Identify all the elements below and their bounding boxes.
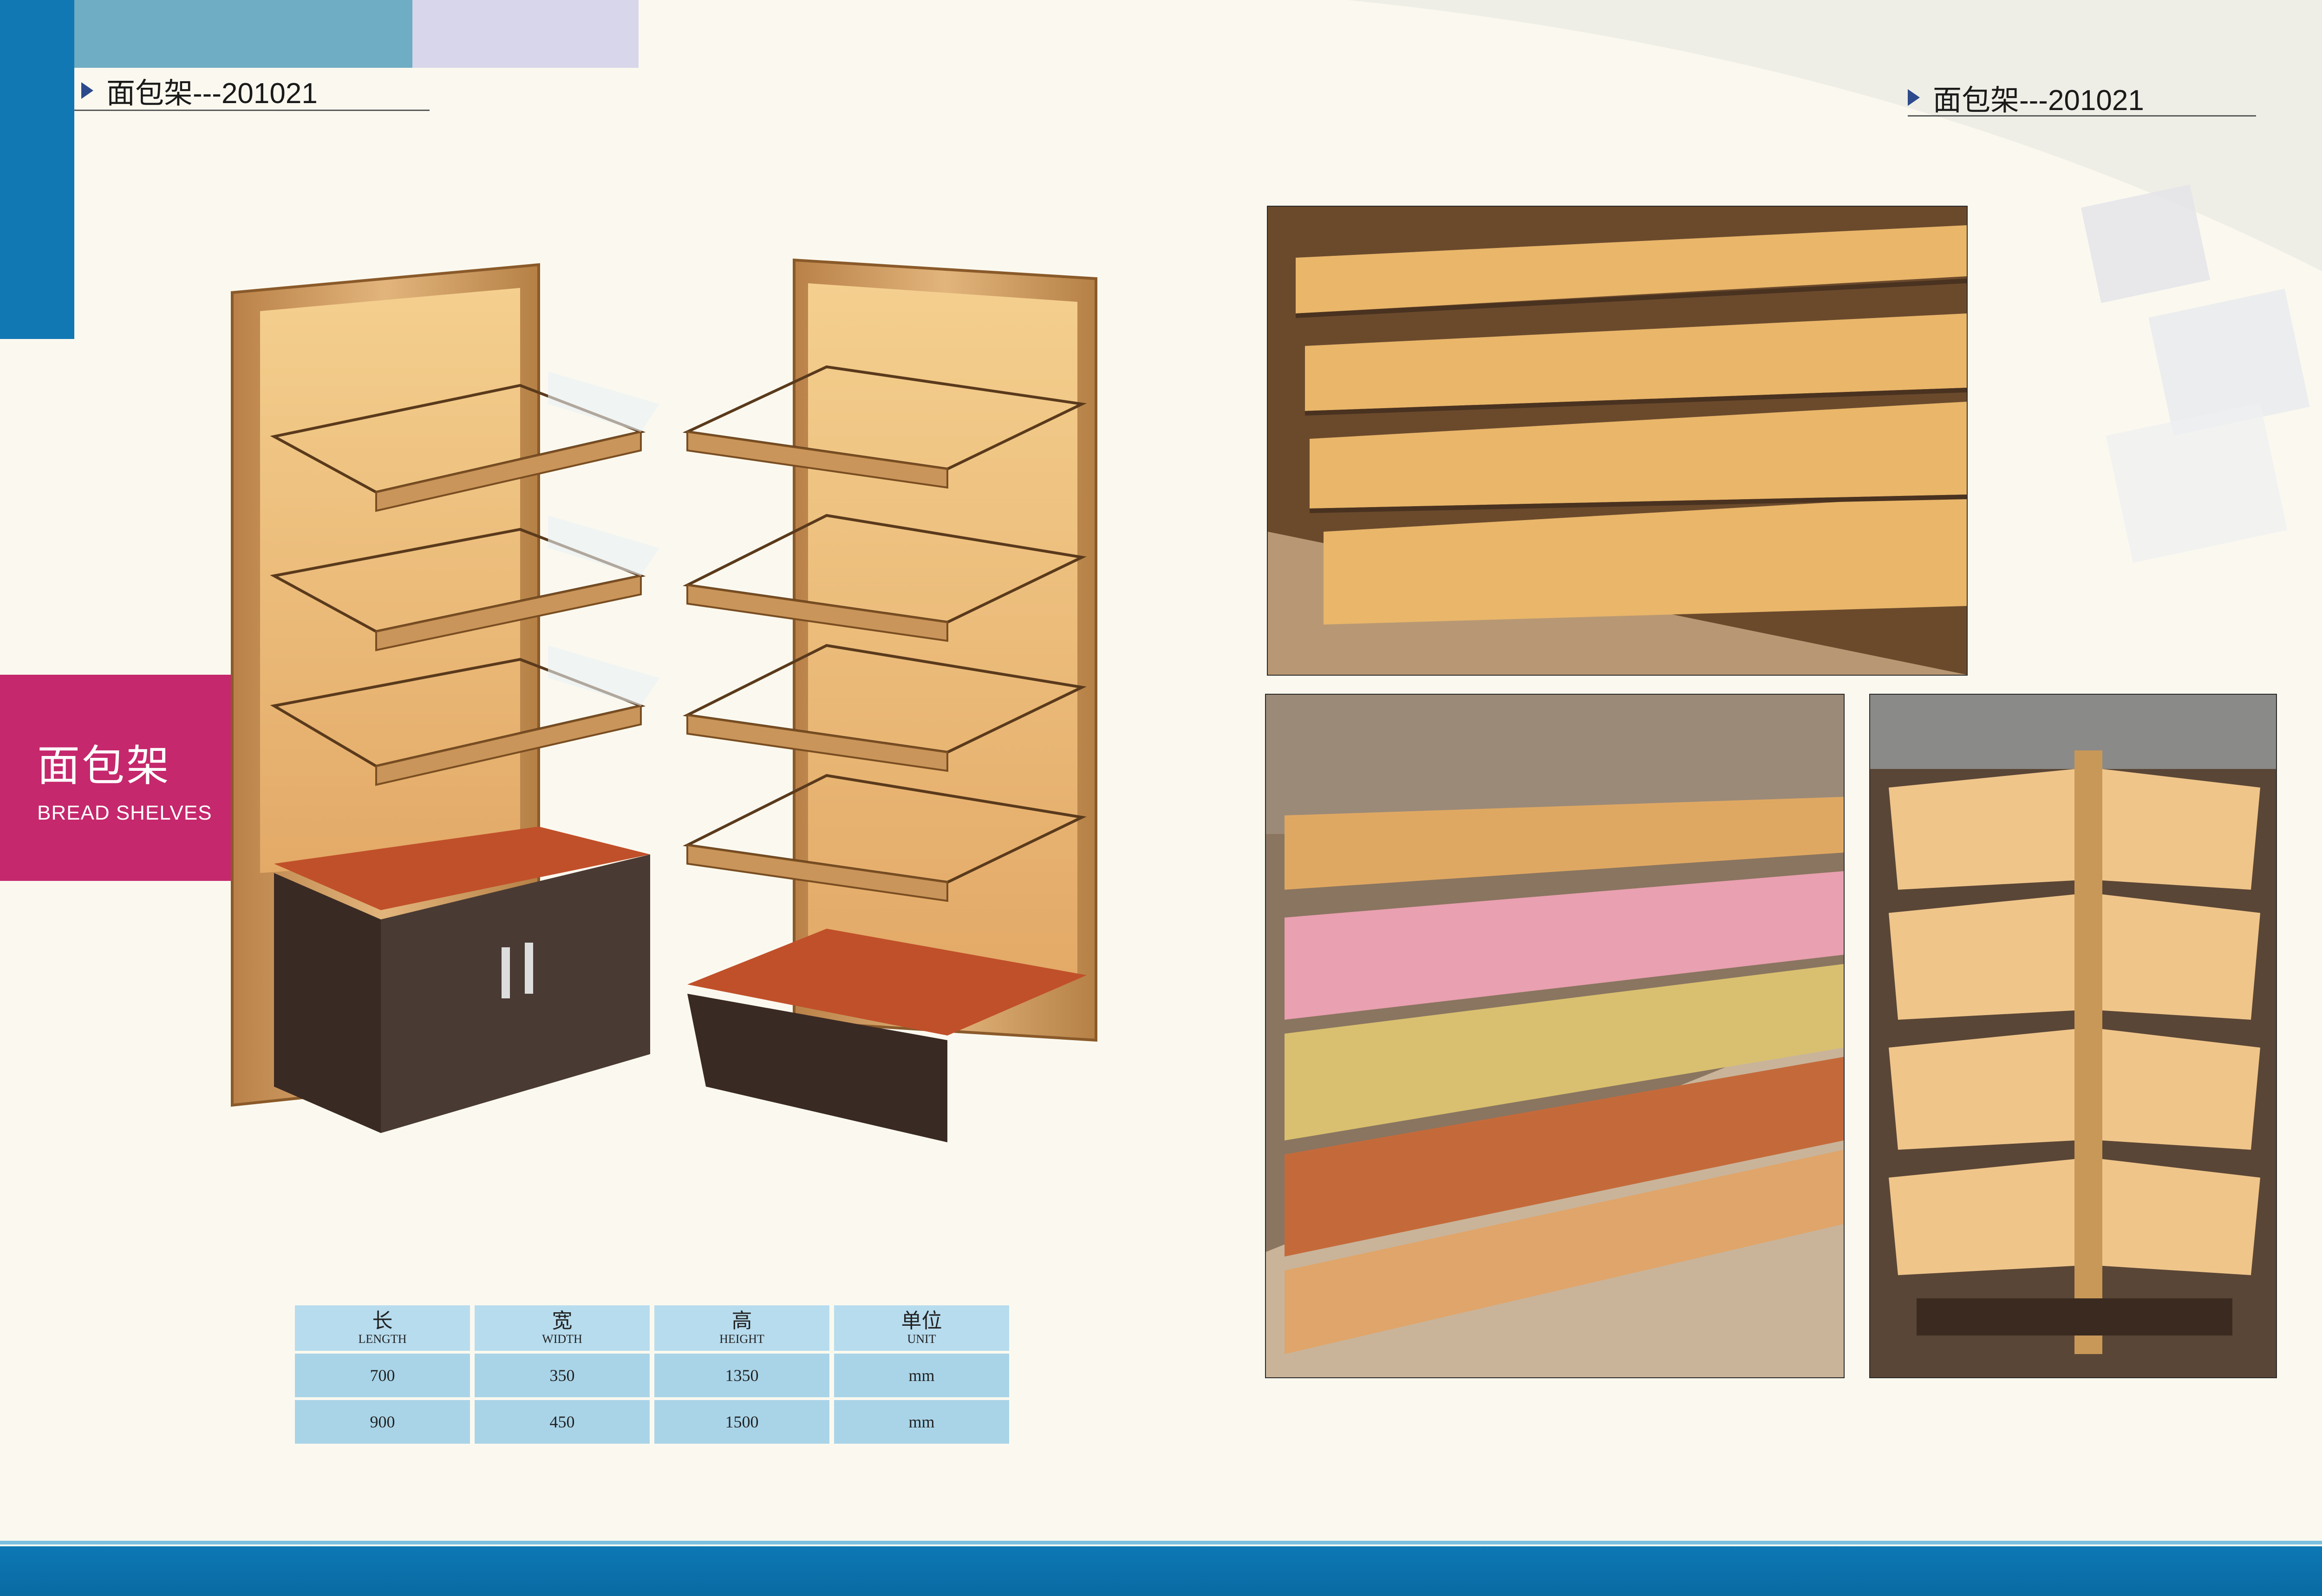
right-header-title: 面包架---201021 [1933,85,2144,117]
top-teal-bar [74,0,412,68]
bottom-blue-bar [0,1546,2322,1596]
right-header-underline [1908,115,2256,117]
left-header-underline [74,110,430,111]
spec-table: 长 LENGTH 宽 WIDTH 高 HEIGHT 单位 UNIT 700 350 13… [290,1303,1014,1446]
store-photo-bottom-left [1265,694,1845,1378]
spec-cell: 1350 [654,1354,829,1397]
spec-header-width: 宽 WIDTH [475,1305,650,1351]
spec-cell: 450 [475,1400,650,1444]
left-header-title: 面包架---201021 [106,78,318,110]
triangle-bullet-icon [81,82,93,99]
store-photo-bottom-right [1869,694,2277,1378]
bottom-light-line [0,1541,2322,1544]
triangle-bullet-icon [1908,89,1920,106]
spec-header-unit: 单位 UNIT [834,1305,1009,1351]
category-title-zh: 面包架 [37,742,171,790]
top-lavender-bar [412,0,639,68]
spec-cell: 700 [295,1354,470,1397]
bread-shelf-product-image [231,258,1097,1142]
spec-cell: 350 [475,1354,650,1397]
spec-header-length: 长 LENGTH [295,1305,470,1351]
table-row: 900 450 1500 mm [295,1400,1009,1444]
spec-header-height: 高 HEIGHT [654,1305,829,1351]
right-page-header: 面包架---201021 [1908,77,2144,118]
left-blue-bar [0,0,74,339]
spec-cell: 1500 [654,1400,829,1444]
store-photo-top [1267,206,1968,676]
category-title-en: BREAD SHELVES [37,801,212,824]
spec-cell: mm [834,1400,1009,1444]
table-row: 700 350 1350 mm [295,1354,1009,1397]
spec-cell: mm [834,1354,1009,1397]
left-page-header: 面包架---201021 [81,70,318,111]
category-label: 面包架 BREAD SHELVES [0,675,232,881]
spec-header-row: 长 LENGTH 宽 WIDTH 高 HEIGHT 单位 UNIT [295,1305,1009,1351]
spec-cell: 900 [295,1400,470,1444]
